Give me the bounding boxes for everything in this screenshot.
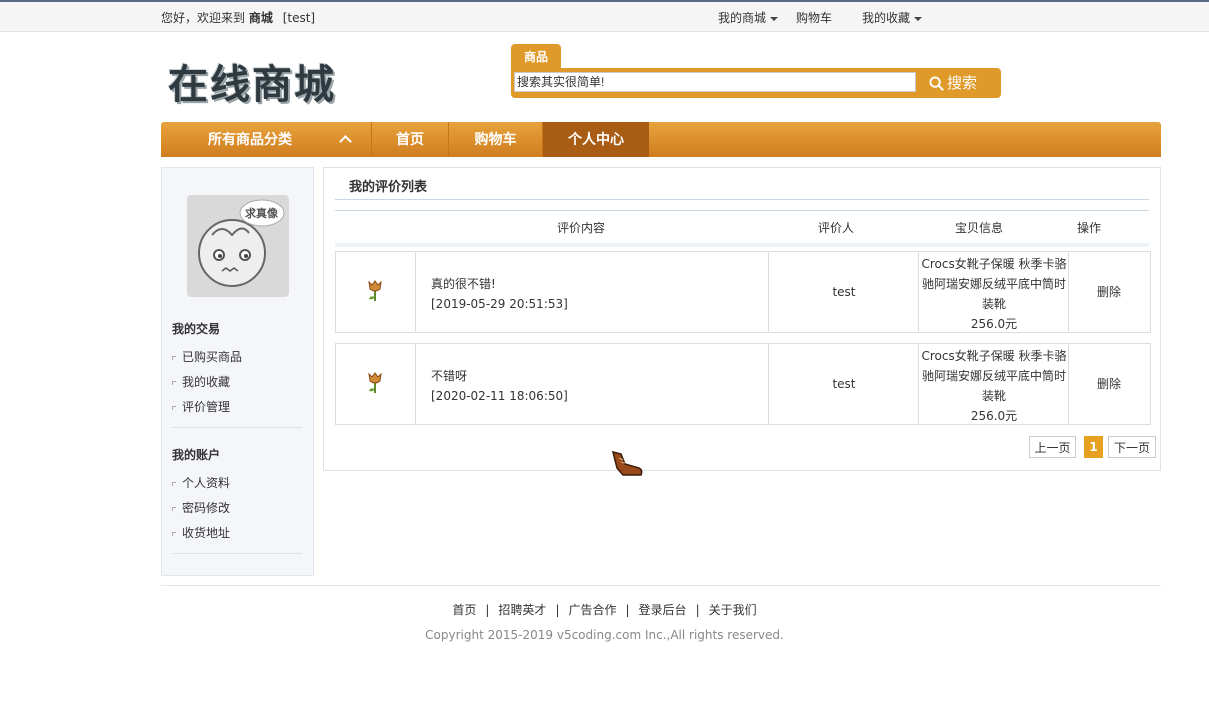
nav-home[interactable]: 首页 <box>371 122 448 157</box>
top-bar: 您好，欢迎来到 商城 [test] 我的商城 购物车 我的收藏 <box>0 2 1209 32</box>
footer-link-about[interactable]: 关于我们 <box>709 603 757 617</box>
review-comment: 不错呀 [2020-02-11 18:06:50] <box>431 369 568 403</box>
reviewer-name: test <box>832 377 856 391</box>
avatar: 求真像 <box>187 195 289 297</box>
divider <box>335 199 1149 200</box>
search-button[interactable]: 搜索 <box>929 72 997 94</box>
table-header: 评价内容 评价人 宝贝信息 操作 <box>335 210 1149 247</box>
next-page-button[interactable]: 下一页 <box>1108 436 1156 458</box>
bullet-icon <box>172 531 176 536</box>
my-mall-link[interactable]: 我的商城 <box>718 9 779 26</box>
sidebar-item-profile[interactable]: 个人资料 <box>172 474 230 491</box>
page-title: 我的评价列表 <box>349 180 428 195</box>
flower-icon <box>368 372 382 393</box>
chevron-down-icon <box>914 16 923 21</box>
search-input[interactable] <box>514 72 916 92</box>
product-info[interactable]: Crocs女靴子保暖 秋季卡骆 驰阿瑞安娜反绒平底中筒时 装靴 256.0元 <box>919 254 1069 334</box>
reviewer-name: test <box>832 285 856 299</box>
bullet-icon <box>172 481 176 486</box>
copyright: Copyright 2015-2019 v5coding.com Inc.,Al… <box>425 628 784 642</box>
site-link[interactable]: 商城 <box>249 11 273 25</box>
divider <box>172 427 302 428</box>
boot-cursor-icon <box>611 450 643 476</box>
bullet-icon <box>172 380 176 385</box>
prev-page-button[interactable]: 上一页 <box>1029 436 1076 458</box>
table-row: 不错呀 [2020-02-11 18:06:50] test Crocs女靴子保… <box>335 343 1151 425</box>
flower-icon <box>368 280 382 301</box>
footer-link-admin[interactable]: 登录后台 <box>639 603 687 617</box>
all-categories-menu[interactable]: 所有商品分类 <box>161 122 371 157</box>
sidebar-item-purchased[interactable]: 已购买商品 <box>172 348 242 365</box>
review-comment: 真的很不错! [2019-05-29 20:51:53] <box>431 277 568 311</box>
table-row: 真的很不错! [2019-05-29 20:51:53] test Crocs女… <box>335 251 1151 333</box>
my-favorites-link[interactable]: 我的收藏 <box>862 9 923 26</box>
group-title-trade: 我的交易 <box>172 322 221 336</box>
bullet-icon <box>172 405 176 410</box>
greeting: 您好，欢迎来到 商城 [test] <box>161 11 316 25</box>
sidebar-item-password[interactable]: 密码修改 <box>172 499 230 516</box>
col-product: 宝贝信息 <box>955 221 1004 235</box>
cart-link[interactable]: 购物车 <box>796 9 832 26</box>
footer-link-jobs[interactable]: 招聘英才 <box>498 603 546 617</box>
chevron-up-icon <box>339 135 352 148</box>
chevron-down-icon <box>770 16 779 21</box>
current-page[interactable]: 1 <box>1084 436 1103 458</box>
col-reviewer: 评价人 <box>818 221 855 235</box>
search-tab-products[interactable]: 商品 <box>511 44 561 68</box>
search-bar: 搜索 <box>511 68 1001 98</box>
sidebar-item-favorites[interactable]: 我的收藏 <box>172 373 230 390</box>
nav-cart[interactable]: 购物车 <box>448 122 542 157</box>
divider <box>172 553 302 554</box>
group-title-account: 我的账户 <box>172 448 221 462</box>
col-action: 操作 <box>1077 221 1102 235</box>
sidebar-item-reviews[interactable]: 评价管理 <box>172 398 230 415</box>
bullet-icon <box>172 506 176 511</box>
review-list-panel: 我的评价列表 评价内容 评价人 宝贝信息 操作 真的很不错! [2019-05-… <box>323 167 1161 471</box>
bullet-icon <box>172 355 176 360</box>
footer-link-home[interactable]: 首页 <box>452 603 476 617</box>
delete-button[interactable]: 删除 <box>1069 252 1149 332</box>
avatar-caption: 求真像 <box>245 207 278 220</box>
site-logo[interactable]: 在线商城 <box>168 52 336 110</box>
footer-divider <box>161 585 1161 586</box>
nav-personal-center[interactable]: 个人中心 <box>542 122 649 157</box>
product-info[interactable]: Crocs女靴子保暖 秋季卡骆 驰阿瑞安娜反绒平底中筒时 装靴 256.0元 <box>919 346 1069 426</box>
sidebar-item-address[interactable]: 收货地址 <box>172 524 230 541</box>
footer-links: 首页 | 招聘英才 | 广告合作 | 登录后台 | 关于我们 <box>452 603 757 617</box>
search-icon <box>929 76 944 91</box>
sidebar: 求真像 我的交易 已购买商品 我的收藏 评价管理 我的账户 个人资料 密码修改 … <box>161 167 314 576</box>
main-nav: 所有商品分类 首页 购物车 个人中心 <box>161 122 1161 157</box>
delete-button[interactable]: 删除 <box>1069 344 1149 424</box>
username: [test] <box>282 11 316 25</box>
footer-link-ads[interactable]: 广告合作 <box>568 603 616 617</box>
col-comment: 评价内容 <box>557 221 606 235</box>
